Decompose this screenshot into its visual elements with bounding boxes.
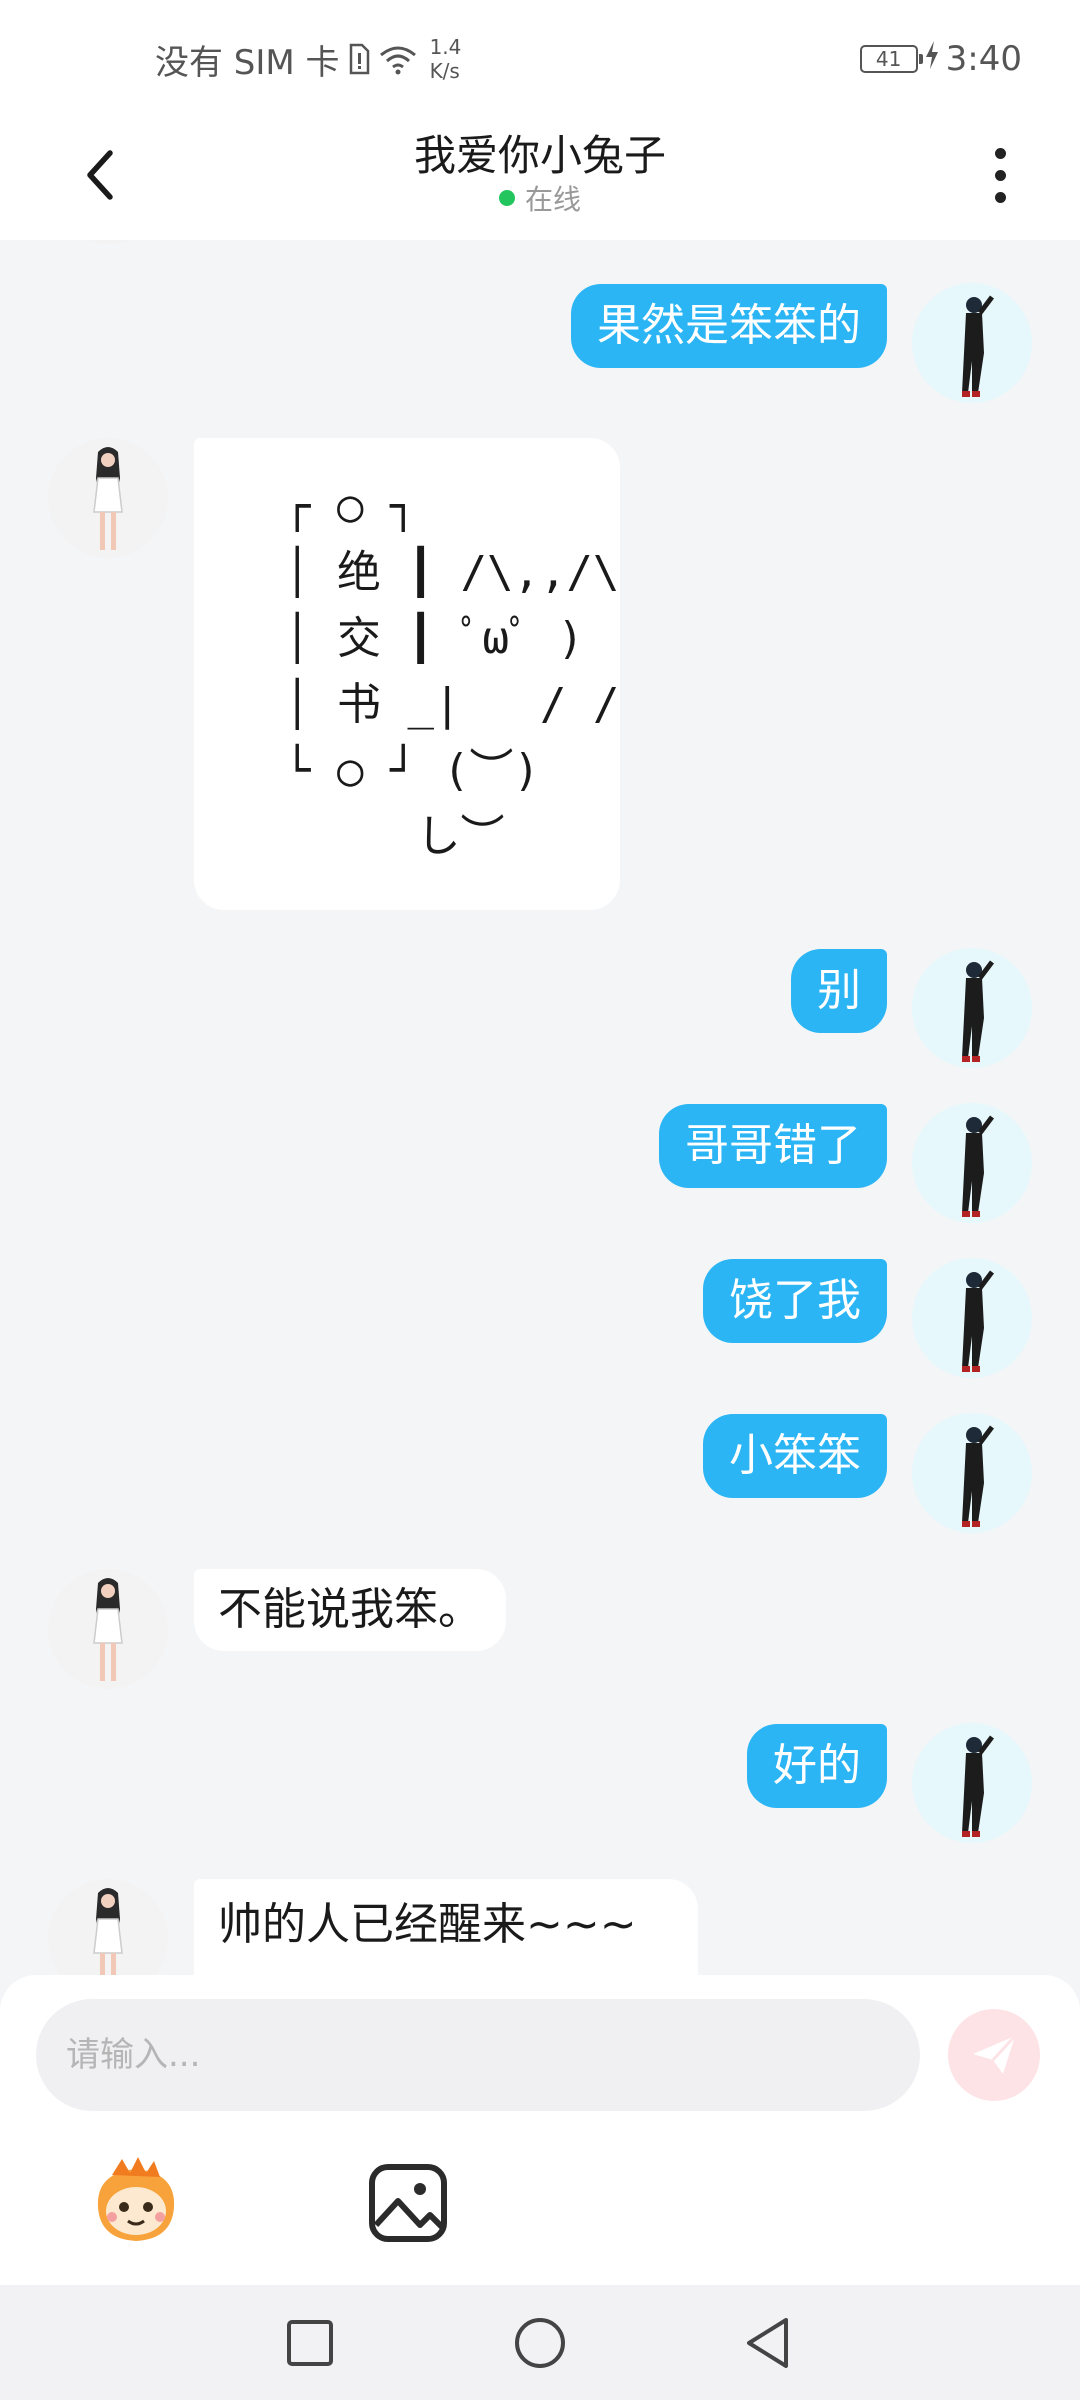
recent-apps-button[interactable] <box>280 2313 340 2373</box>
contact-avatar[interactable] <box>48 240 168 244</box>
online-dot <box>498 190 515 206</box>
contact-avatar[interactable] <box>48 1569 168 1689</box>
message-input[interactable] <box>36 1999 920 2111</box>
chat-header: 我爱你小兔子 在线 <box>0 110 1080 240</box>
square-icon <box>287 2320 333 2366</box>
status-left: 没有 SIM 卡 1.4 K/s <box>155 28 461 90</box>
contact-name: 我爱你小兔子 <box>413 131 666 180</box>
incoming-message-ascii-art[interactable]: ┌ ○ ┐ │ 绝 ┃ /\,,/\ │ 交 ┃ ﾟωﾟ ) │ 书 _| / … <box>194 438 620 910</box>
outgoing-message[interactable]: 别 <box>791 949 887 1033</box>
my-avatar[interactable] <box>912 1258 1032 1378</box>
wifi-icon <box>378 43 418 75</box>
more-options-button[interactable] <box>970 135 1030 215</box>
contact-avatar[interactable] <box>48 1879 168 1975</box>
outgoing-message[interactable]: 小笨笨 <box>703 1414 887 1498</box>
my-avatar[interactable] <box>912 948 1032 1068</box>
more-dot <box>994 191 1006 203</box>
my-avatar[interactable] <box>912 283 1032 403</box>
more-dot <box>994 169 1006 181</box>
outgoing-message[interactable]: 哥哥错了 <box>659 1104 887 1188</box>
emoji-sticker-icon <box>97 2157 175 2241</box>
clock: 3:40 <box>945 39 1022 79</box>
more-vertical-icon <box>994 147 1006 159</box>
carrier-text: 没有 SIM 卡 <box>155 42 340 83</box>
my-avatar[interactable] <box>912 1723 1032 1843</box>
net-speed-value: 1.4 <box>429 35 462 59</box>
my-avatar[interactable] <box>912 1413 1032 1533</box>
status-bar: 没有 SIM 卡 1.4 K/s 41 3:40 <box>0 0 1080 110</box>
send-button[interactable] <box>948 2009 1040 2101</box>
online-status-text: 在线 <box>524 183 581 216</box>
send-icon <box>973 2034 1017 2074</box>
sim-alert-icon <box>348 43 370 75</box>
online-status: 在线 <box>0 178 1080 218</box>
image-picker-button[interactable] <box>364 2159 454 2249</box>
emoji-sticker-button[interactable] <box>88 2155 184 2251</box>
triangle-back-icon <box>747 2318 788 2368</box>
status-right: 41 3:40 <box>859 28 1022 90</box>
input-panel <box>0 1975 1080 2285</box>
net-speed-unit: K/s <box>429 59 460 83</box>
outgoing-message[interactable]: 好的 <box>747 1724 887 1808</box>
my-avatar[interactable] <box>912 1103 1032 1223</box>
incoming-message[interactable]: 不能说我笨。 <box>194 1569 506 1651</box>
charging-icon <box>924 39 940 79</box>
outgoing-message[interactable]: 饶了我 <box>703 1259 887 1343</box>
battery-icon: 41 <box>859 45 923 73</box>
contact-avatar[interactable] <box>48 438 168 558</box>
outgoing-message[interactable]: 果然是笨笨的 <box>571 284 887 368</box>
circle-icon <box>515 2318 565 2368</box>
incoming-message[interactable]: 帅的人已经醒来~~~ <box>194 1879 698 1975</box>
battery-level: 41 <box>875 47 902 71</box>
home-button[interactable] <box>510 2313 570 2373</box>
system-navigation-bar <box>0 2285 1080 2400</box>
chat-message-list[interactable]: 果然是笨笨的 ┌ ○ ┐ │ 绝 ┃ /\,,/\ │ 交 ┃ ﾟωﾟ ) │ … <box>0 240 1080 1975</box>
back-nav-button[interactable] <box>738 2313 798 2373</box>
image-icon <box>369 2164 447 2242</box>
net-speed: 1.4 K/s <box>430 35 462 83</box>
